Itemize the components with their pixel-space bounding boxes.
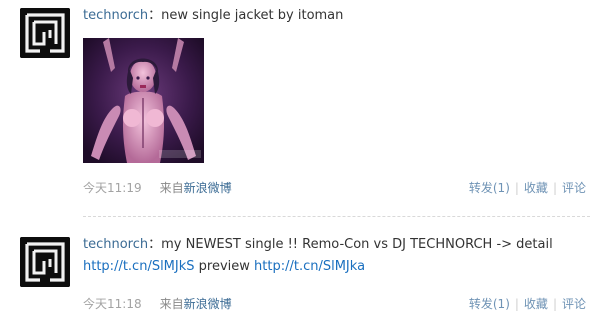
detail-link[interactable]: http://t.cn/SlMJkS [83,259,195,274]
comment-button[interactable]: 评论 [562,181,586,195]
source-link[interactable]: 新浪微博 [184,297,232,311]
repost-button[interactable]: 转发(1) [469,297,510,311]
from-label: 来自 [159,181,184,195]
post-actions: 转发(1) | 收藏 | 评论 [469,295,586,313]
avatar[interactable] [20,8,70,58]
favorite-button[interactable]: 收藏 [524,181,548,195]
source-link[interactable]: 新浪微博 [184,181,232,195]
preview-link[interactable]: http://t.cn/SlMJka [254,259,365,274]
from-label: 来自 [159,297,184,311]
favorite-button[interactable]: 收藏 [524,297,548,311]
technorch-logo-icon [20,237,70,287]
album-jacket-art [83,38,204,163]
technorch-logo-icon [20,8,70,58]
post-content: new single jacket by itoman [161,8,344,23]
separator: | [552,297,557,311]
post-text: technorch：my NEWEST single !! Remo-Con v… [83,234,590,278]
feed-post: technorch：my NEWEST single !! Remo-Con v… [0,222,600,326]
feed-post: technorch：new single jacket by itoman 今天… [0,0,600,218]
separator: | [514,181,519,195]
post-actions: 转发(1) | 收藏 | 评论 [469,179,586,197]
username-link[interactable]: technorch [83,237,148,252]
colon: ： [148,237,162,252]
post-content-mid: preview [194,259,255,274]
divider [83,216,590,217]
post-meta: 今天11:18 来自新浪微博 转发(1) | 收藏 | 评论 [83,295,586,313]
avatar[interactable] [20,237,70,287]
colon: ： [148,8,162,23]
post-meta: 今天11:19 来自新浪微博 转发(1) | 收藏 | 评论 [83,179,586,197]
username-link[interactable]: technorch [83,8,148,23]
album-jacket-image[interactable] [83,38,204,163]
post-time[interactable]: 今天11:18 [83,297,142,311]
repost-button[interactable]: 转发(1) [469,181,510,195]
post-content: my NEWEST single !! Remo-Con vs DJ TECHN… [161,237,553,252]
post-text: technorch：new single jacket by itoman [83,5,590,27]
separator: | [552,181,557,195]
post-time[interactable]: 今天11:19 [83,181,142,195]
comment-button[interactable]: 评论 [562,297,586,311]
separator: | [514,297,519,311]
